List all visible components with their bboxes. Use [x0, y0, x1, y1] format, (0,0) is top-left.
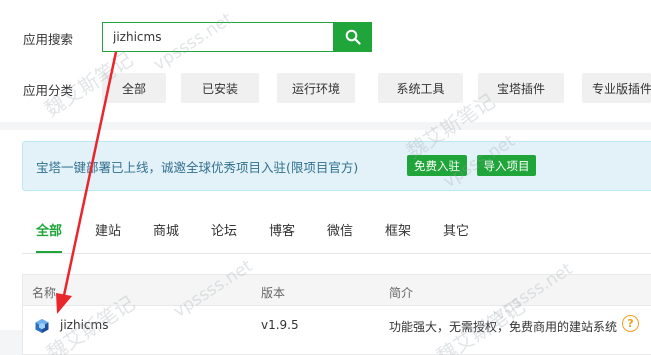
tab-website[interactable]: 建站	[95, 212, 121, 253]
tab-framework[interactable]: 框架	[385, 212, 411, 253]
category-bt-plugins[interactable]: 宝塔插件	[478, 73, 564, 103]
app-name[interactable]: jizhicms	[60, 318, 108, 332]
search-button[interactable]	[333, 22, 372, 52]
help-icon[interactable]: ?	[622, 315, 639, 332]
search-panel	[0, 0, 651, 122]
search-bar	[102, 22, 372, 52]
search-input[interactable]	[102, 22, 333, 52]
import-project-button[interactable]: 导入项目	[477, 155, 536, 176]
tab-all[interactable]: 全部	[36, 212, 63, 253]
header-name: 名称	[32, 286, 57, 300]
search-icon	[345, 29, 361, 45]
search-label: 应用搜索	[23, 32, 74, 47]
app-version: v1.9.5	[261, 318, 299, 332]
tab-mall[interactable]: 商城	[153, 212, 179, 253]
app-description: 功能强大，无需授权，免费商用的建站系统	[389, 320, 618, 334]
header-description: 简介	[389, 286, 414, 300]
tab-other[interactable]: 其它	[443, 212, 469, 253]
notice-text: 宝塔一键部署已上线，诚邀全球优秀项目入驻(限项目官方)	[36, 160, 359, 175]
tab-blog[interactable]: 博客	[269, 212, 295, 253]
category-label: 应用分类	[23, 83, 74, 98]
category-pro-plugins[interactable]: 专业版插件	[582, 73, 651, 103]
category-tabs: 全部 建站 商城 论坛 博客 微信 框架 其它	[22, 212, 651, 254]
category-system-tools[interactable]: 系统工具	[378, 73, 463, 103]
table-row[interactable]: jizhicms v1.9.5 功能强大，无需授权，免费商用的建站系统 ?	[23, 306, 651, 346]
table-header: 名称 版本 简介	[23, 275, 651, 306]
cube-app-icon	[35, 319, 49, 333]
header-version: 版本	[261, 286, 286, 300]
tab-wechat[interactable]: 微信	[327, 212, 353, 253]
tab-forum[interactable]: 论坛	[211, 212, 237, 253]
free-join-button[interactable]: 免费入驻	[407, 155, 467, 176]
category-all[interactable]: 全部	[102, 73, 166, 103]
app-table: 名称 版本 简介 jizhicms v1.9.5 功能强大，无需授权，免费商用的…	[22, 274, 651, 355]
category-installed[interactable]: 已安装	[181, 73, 259, 103]
category-runtime[interactable]: 运行环境	[277, 73, 355, 103]
